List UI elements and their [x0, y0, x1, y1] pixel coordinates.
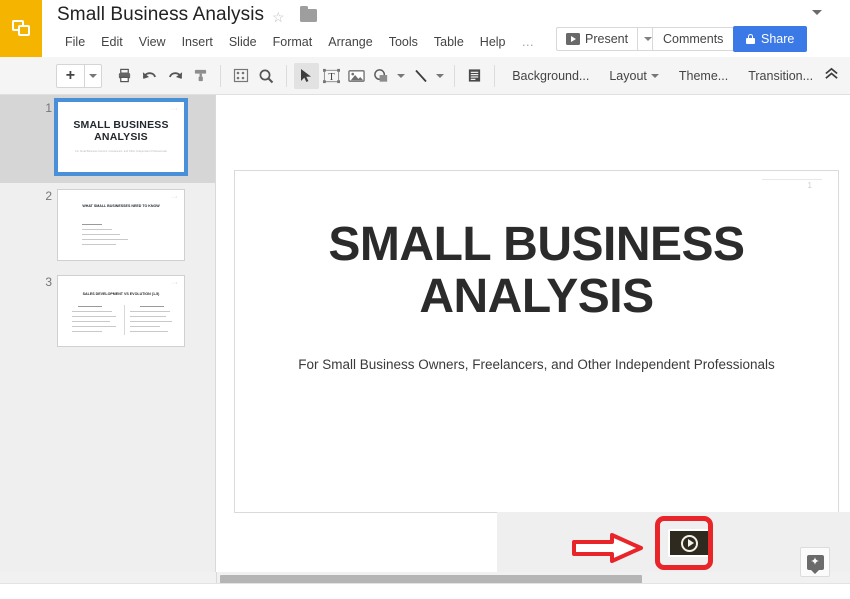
- red-pointer-arrow-icon: [572, 533, 644, 563]
- chevron-up-double-icon[interactable]: [823, 66, 840, 85]
- present-button[interactable]: Present: [556, 27, 638, 51]
- slide-canvas-area[interactable]: 1 SMALL BUSINESS ANALYSIS For Small Busi…: [217, 95, 850, 572]
- redo-icon[interactable]: [163, 63, 188, 89]
- background-button[interactable]: Background...: [502, 64, 599, 88]
- present-label: Present: [585, 32, 629, 46]
- highlight-box: [655, 516, 713, 570]
- filmstrip-slide-2[interactable]: 2 — 2 WHAT SMALL BUSINESSES NEED TO KNOW: [0, 183, 215, 269]
- slide-filmstrip-panel[interactable]: 1 — 1 SMALL BUSINESS ANALYSIS For Small …: [0, 95, 216, 572]
- thumb-corner-mark: — 1: [171, 107, 177, 111]
- menu-item-edit[interactable]: Edit: [93, 33, 131, 51]
- slide-title-textbox[interactable]: SMALL BUSINESS ANALYSIS: [275, 219, 798, 323]
- layout-label: Layout: [609, 68, 647, 83]
- thumb-corner-mark: — 3: [171, 281, 177, 285]
- lock-icon: [746, 34, 755, 44]
- text-box-icon[interactable]: T: [319, 63, 344, 89]
- comments-label: Comments: [663, 32, 724, 46]
- menu-item-arrange[interactable]: Arrange: [320, 33, 380, 51]
- star-icon[interactable]: ☆: [272, 10, 285, 24]
- menu-item-tools[interactable]: Tools: [381, 33, 426, 51]
- menu-overflow-icon[interactable]: …: [514, 33, 544, 51]
- select-cursor-icon[interactable]: [293, 62, 319, 89]
- menu-item-table[interactable]: Table: [426, 33, 472, 51]
- slide-thumbnail[interactable]: — 1 SMALL BUSINESS ANALYSIS For Small Bu…: [54, 98, 188, 176]
- new-slide-button[interactable]: +: [55, 63, 102, 88]
- menu-item-help[interactable]: Help: [472, 33, 514, 51]
- shape-icon[interactable]: [369, 63, 394, 89]
- document-title[interactable]: Small Business Analysis: [57, 4, 264, 26]
- paint-format-icon[interactable]: [188, 63, 213, 89]
- thumb-title: SALES DEVELOPMENT VS EVOLUTION (1-5): [82, 292, 160, 296]
- google-slides-window: Small Business Analysis ☆ File Edit View…: [0, 0, 850, 599]
- menu-item-view[interactable]: View: [131, 33, 174, 51]
- folder-icon[interactable]: [300, 6, 317, 22]
- menu-bar: File Edit View Insert Slide Format Arran…: [57, 33, 543, 51]
- filmstrip-slide-1[interactable]: 1 — 1 SMALL BUSINESS ANALYSIS For Small …: [0, 95, 215, 183]
- thumb-title: SMALL BUSINESS ANALYSIS: [73, 119, 169, 144]
- comments-button[interactable]: Comments: [652, 27, 735, 51]
- image-icon[interactable]: [344, 63, 369, 89]
- thumb-corner-mark: — 2: [171, 195, 177, 199]
- present-button-group: Present: [556, 27, 659, 51]
- app-header: Small Business Analysis ☆ File Edit View…: [0, 0, 850, 57]
- current-slide[interactable]: 1 SMALL BUSINESS ANALYSIS For Small Busi…: [234, 170, 839, 513]
- layout-button[interactable]: Layout: [599, 64, 669, 88]
- menu-item-format[interactable]: Format: [265, 33, 321, 51]
- menu-item-file[interactable]: File: [57, 33, 93, 51]
- slide-page-number: 1: [807, 181, 812, 190]
- chevron-down-icon: [643, 37, 652, 41]
- share-button[interactable]: Share: [733, 26, 808, 52]
- share-label: Share: [761, 32, 795, 46]
- line-dropdown-icon[interactable]: [433, 63, 447, 89]
- new-slide-plus-icon: +: [65, 66, 76, 84]
- svg-text:T: T: [328, 72, 335, 83]
- slide-number: 2: [45, 189, 52, 203]
- page-footer-strip: [0, 583, 850, 599]
- shape-dropdown-icon[interactable]: [395, 63, 409, 89]
- slide-number: 1: [45, 101, 52, 115]
- thumb-title: WHAT SMALL BUSINESSES NEED TO KNOW: [82, 204, 160, 208]
- menu-item-insert[interactable]: Insert: [174, 33, 221, 51]
- thumb-subtitle: For Small Business Owners, Freelancers, …: [75, 150, 167, 153]
- line-icon[interactable]: [408, 63, 433, 89]
- play-icon: [566, 33, 580, 45]
- transition-label: Transition...: [748, 68, 814, 83]
- fit-to-window-icon[interactable]: [228, 63, 253, 89]
- chevron-down-icon[interactable]: [812, 10, 822, 15]
- slide-number: 3: [45, 275, 52, 289]
- zoom-icon[interactable]: [253, 63, 278, 89]
- slide-thumbnail[interactable]: — 3 SALES DEVELOPMENT VS EVOLUTION (1-5): [57, 275, 185, 347]
- filmstrip-slide-3[interactable]: 3 — 3 SALES DEVELOPMENT VS EVOLUTION (1-…: [0, 269, 215, 355]
- slide-subtitle-textbox[interactable]: For Small Business Owners, Freelancers, …: [265, 357, 808, 372]
- slide-corner-rule: [762, 179, 822, 180]
- background-label: Background...: [512, 68, 590, 83]
- main-toolbar: + T Background... Layout Theme... Transi…: [0, 57, 850, 95]
- transition-button[interactable]: Transition...: [738, 64, 823, 88]
- slides-logo-icon[interactable]: [0, 0, 42, 57]
- menu-item-slide[interactable]: Slide: [221, 33, 265, 51]
- new-slide-dropdown-icon[interactable]: [85, 65, 101, 87]
- theme-label: Theme...: [678, 68, 729, 83]
- text-layout-icon[interactable]: [462, 63, 487, 89]
- print-icon[interactable]: [112, 63, 137, 89]
- undo-icon[interactable]: [137, 63, 162, 89]
- explore-icon: ✦: [806, 554, 824, 574]
- slides-logo-glyph: [11, 20, 31, 37]
- chevron-down-icon: [650, 73, 659, 78]
- slide-thumbnail[interactable]: — 2 WHAT SMALL BUSINESSES NEED TO KNOW: [57, 189, 185, 261]
- theme-button[interactable]: Theme...: [669, 64, 738, 88]
- explore-button[interactable]: ✦: [800, 547, 830, 577]
